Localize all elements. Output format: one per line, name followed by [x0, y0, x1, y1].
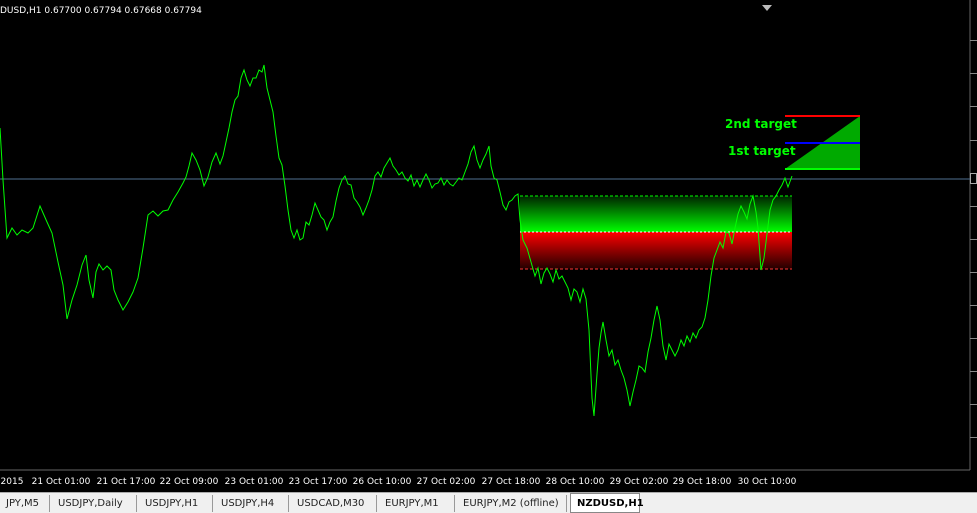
chart-window[interactable]: DUSD,H1 0.67700 0.67794 0.67668 0.67794 … — [0, 0, 977, 492]
time-tick-label: 29 Oct 18:00 — [672, 477, 732, 487]
y-tick — [970, 140, 977, 141]
time-tick-label: 23 Oct 01:00 — [224, 477, 284, 487]
chart-tab-bar: JPY,M5 USDJPY,Daily USDJPY,H1 USDJPY,H4 … — [0, 492, 977, 513]
y-tick — [970, 272, 977, 273]
time-tick-label: 27 Oct 02:00 — [416, 477, 476, 487]
time-tick-label: 27 Oct 18:00 — [481, 477, 541, 487]
time-tick-label: 21 Oct 17:00 — [96, 477, 156, 487]
tab-usdjpy-h4[interactable]: USDJPY,H4 — [215, 495, 289, 512]
y-tick — [970, 437, 977, 438]
second-target-label: 2nd target — [725, 117, 797, 131]
y-tick — [970, 239, 977, 240]
y-tick — [970, 404, 977, 405]
y-tick — [970, 73, 977, 74]
first-target-label: 1st target — [728, 144, 796, 158]
symbol-info-label: DUSD,H1 0.67700 0.67794 0.67668 0.67794 — [0, 6, 202, 16]
y-tick — [970, 338, 977, 339]
sell-zone-red — [520, 232, 792, 269]
tab-eurjpy-m2-offline[interactable]: EURJPY,M2 (offline) — [457, 495, 567, 512]
tab-usdjpy-h1[interactable]: USDJPY,H1 — [139, 495, 213, 512]
y-tick — [970, 206, 977, 207]
y-tick — [970, 40, 977, 41]
time-tick-label: 28 Oct 10:00 — [545, 477, 605, 487]
time-tick-label: 29 Oct 02:00 — [609, 477, 669, 487]
current-price-marker — [970, 173, 977, 184]
time-tick-label: 21 Oct 01:00 — [31, 477, 91, 487]
tab-eurjpy-m1[interactable]: EURJPY,M1 — [379, 495, 455, 512]
time-tick-label: 23 Oct 17:00 — [288, 477, 348, 487]
time-tick-label: 30 Oct 10:00 — [737, 477, 797, 487]
y-tick — [970, 305, 977, 306]
time-tick-label: 22 Oct 09:00 — [159, 477, 219, 487]
y-tick — [970, 371, 977, 372]
tab-usdcad-m30[interactable]: USDCAD,M30 — [291, 495, 377, 512]
tab-usdjpy-daily[interactable]: USDJPY,Daily — [52, 495, 137, 512]
time-tick-label: 2015 — [0, 477, 24, 487]
time-tick-label: 26 Oct 10:00 — [352, 477, 412, 487]
y-tick — [970, 106, 977, 107]
tab-jpy-m5[interactable]: JPY,M5 — [0, 495, 50, 512]
tab-nzdusd-h1[interactable]: NZDUSD,H1 — [570, 493, 644, 513]
shift-arrow-down-icon[interactable] — [762, 5, 772, 11]
price-chart — [0, 0, 971, 471]
